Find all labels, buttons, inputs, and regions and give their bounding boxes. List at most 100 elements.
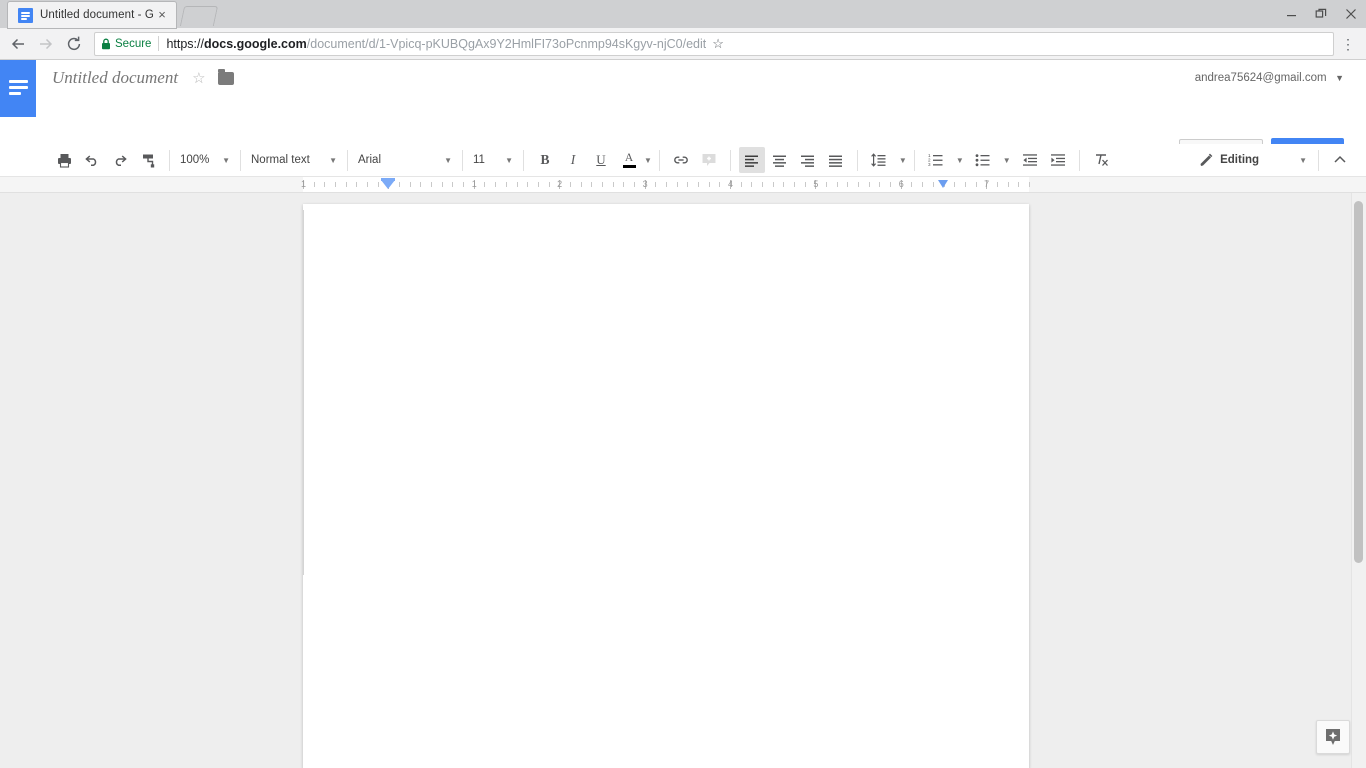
bulleted-list-chevron-down-icon[interactable]: ▼ [1003,156,1011,165]
ruler-tick [324,182,326,187]
minimize-window-icon[interactable] [1276,0,1306,28]
add-comment-icon[interactable] [696,147,722,173]
ruler-tick [345,182,347,187]
toolbar-divider [169,149,170,171]
move-to-folder-icon[interactable] [217,68,234,85]
document-title[interactable]: Untitled document [52,68,178,88]
undo-icon[interactable] [79,147,105,173]
document-page[interactable] [303,204,1029,768]
print-icon[interactable] [51,147,77,173]
chevron-down-icon: ▼ [1335,73,1344,83]
ruler-tick [847,182,849,187]
explore-button[interactable] [1316,720,1350,754]
paragraph-style-selector[interactable]: Normal text ▼ [248,147,340,173]
hide-menus-chevron-up-icon[interactable] [1327,147,1353,173]
chevron-down-icon: ▼ [444,155,452,165]
font-size-value: 11 [473,154,485,166]
vertical-scrollbar-thumb[interactable] [1354,201,1363,563]
document-title-row: Untitled document ☆ [52,68,234,88]
close-tab-icon[interactable]: × [154,7,170,23]
docs-home-logo-icon[interactable] [0,60,36,117]
docs-favicon-icon [18,7,33,23]
line-spacing-chevron-down-icon[interactable]: ▼ [899,156,907,165]
vertical-scrollbar-track[interactable] [1351,193,1366,768]
bulleted-list-icon[interactable] [970,147,996,173]
svg-text:3: 3 [928,162,931,167]
increase-indent-icon[interactable] [1045,147,1071,173]
italic-button[interactable]: I [560,147,586,173]
ruler-tick [954,182,956,187]
toolbar-divider [462,149,463,171]
account-area[interactable]: andrea75624@gmail.com ▼ [1195,68,1344,86]
browser-tabstrip: Untitled document - Goo × [0,0,1366,28]
star-document-icon[interactable]: ☆ [192,69,205,87]
font-family-selector[interactable]: Arial ▼ [355,147,455,173]
ruler-tick [527,182,529,187]
chrome-menu-icon[interactable]: ⋮ [1338,37,1358,51]
pencil-icon [1198,152,1214,168]
toolbar-divider [1078,149,1080,171]
right-indent-marker[interactable] [938,180,948,188]
forward-button[interactable] [32,30,60,58]
ruler-tick [868,182,870,187]
first-line-indent-marker[interactable] [381,180,395,189]
maximize-window-icon[interactable] [1306,0,1336,28]
link-icon[interactable] [668,147,694,173]
numbered-list-chevron-down-icon[interactable]: ▼ [956,156,964,165]
font-size-selector[interactable]: 11 ▼ [470,147,516,173]
url-scheme: https:// [166,36,204,51]
ruler-tick [697,182,699,187]
ruler-tick [708,182,710,187]
redo-icon[interactable] [107,147,133,173]
text-color-letter: A [624,151,634,164]
align-right-button[interactable] [795,147,821,173]
ruler-tick [751,182,753,187]
omnibox-divider [158,36,160,51]
ruler-tick [1007,182,1009,187]
ruler-tick [431,182,433,187]
underline-button[interactable]: U [588,147,614,173]
ruler-number: 1 [471,179,477,189]
align-justify-button[interactable] [823,147,849,173]
ruler-tick [495,182,497,187]
ruler-tick [826,182,828,187]
ruler-tick [335,182,337,187]
ruler-tick [1028,182,1030,187]
document-ruler[interactable]: 1 1 2 3 4 5 6 7 [0,177,1366,193]
ruler-tick [537,182,539,187]
chevron-down-icon: ▼ [505,155,513,165]
close-window-icon[interactable] [1336,0,1366,28]
bookmark-star-icon[interactable]: ☆ [712,36,724,52]
document-canvas[interactable] [0,193,1366,768]
toolbar-divider [240,149,241,171]
ruler-number: 1 [300,179,307,189]
ruler-tick [463,182,465,187]
new-tab-button[interactable] [179,6,219,26]
ruler-tick [409,182,411,187]
decrease-indent-icon[interactable] [1017,147,1043,173]
browser-tab[interactable]: Untitled document - Goo × [8,2,176,28]
toolbar-divider [1318,149,1319,171]
browser-tab-title: Untitled document - Goo [40,9,154,21]
ruler-tick [794,182,796,187]
ruler-tick [879,182,881,187]
editing-mode-selector[interactable]: Editing ▼ [1196,147,1311,173]
text-color-button[interactable]: A [616,147,642,173]
ruler-number: 4 [727,179,734,189]
ruler-tick [367,182,369,187]
paint-format-icon[interactable] [135,147,161,173]
align-left-button[interactable] [738,147,765,173]
bold-button[interactable]: B [532,147,558,173]
ruler-tick [772,182,774,187]
reload-button[interactable] [60,30,88,58]
back-button[interactable] [4,30,32,58]
align-center-button[interactable] [767,147,793,173]
clear-formatting-icon[interactable] [1088,147,1114,173]
ruler-tick [591,182,593,187]
text-color-chevron-down-icon[interactable]: ▼ [644,156,652,165]
numbered-list-icon[interactable]: 123 [923,147,949,173]
zoom-selector[interactable]: 100% ▼ [177,147,233,173]
omnibox[interactable]: Secure https://docs.google.com/document/… [94,31,1334,56]
ruler-tick [740,182,742,187]
line-spacing-icon[interactable] [866,147,892,173]
